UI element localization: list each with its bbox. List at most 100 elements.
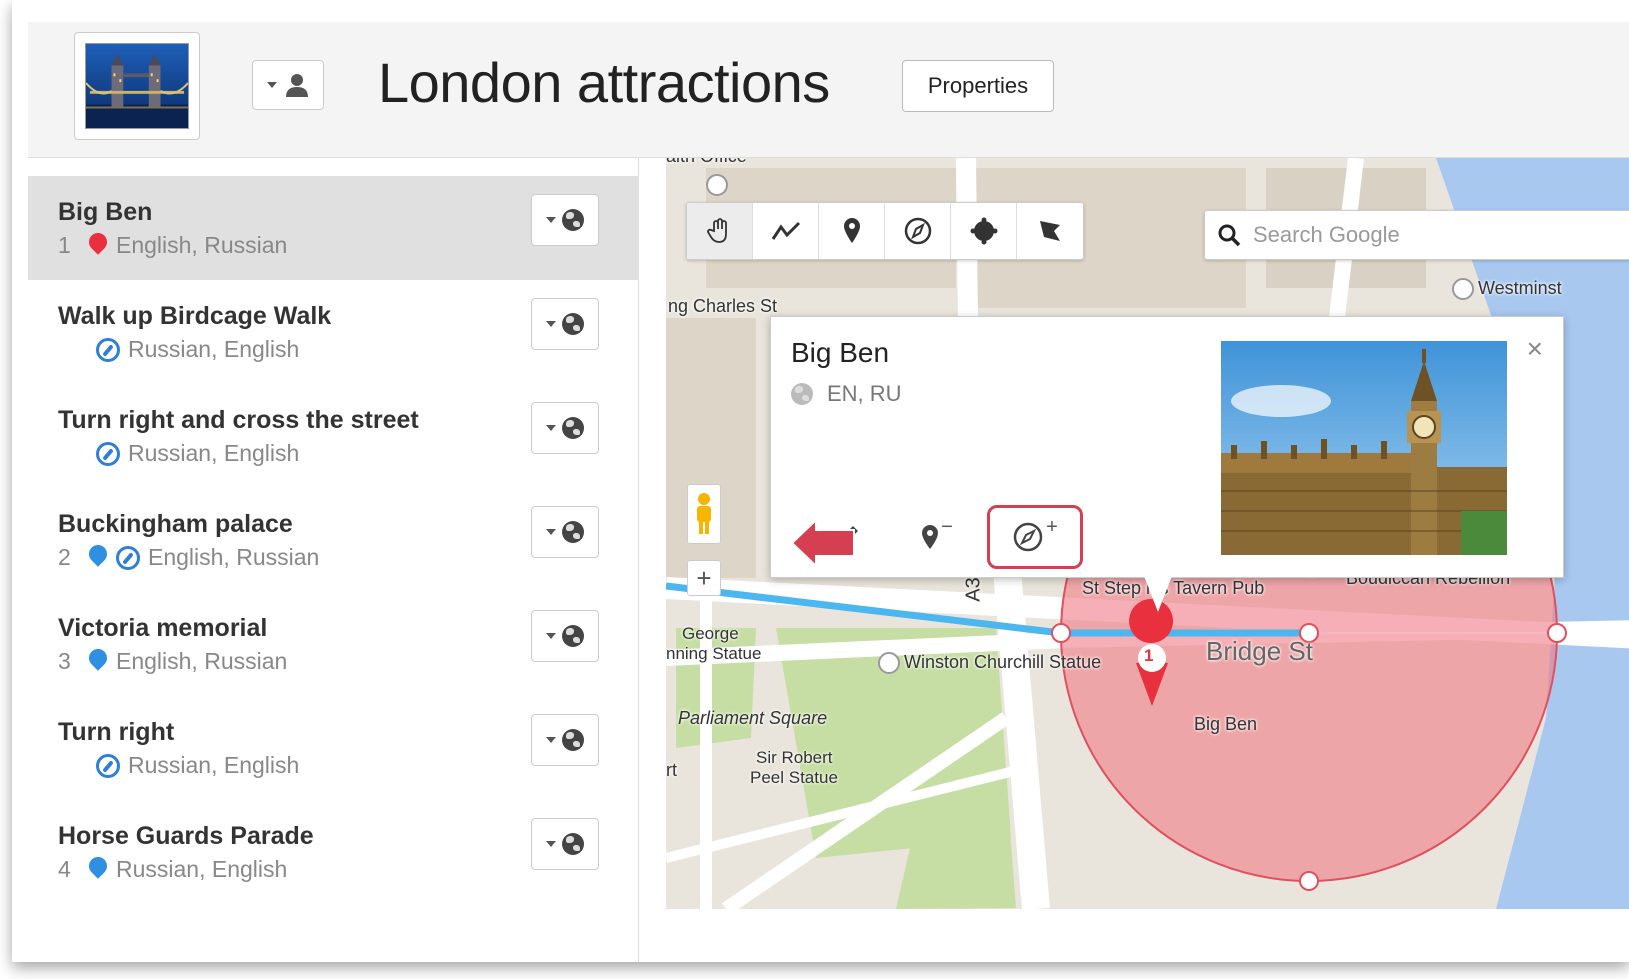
globe-icon	[562, 625, 584, 647]
page-title: London attractions	[378, 51, 830, 114]
statue-icon	[878, 652, 900, 675]
compass-tool-button[interactable]	[885, 203, 951, 259]
pin-icon	[922, 525, 939, 549]
museum-icon	[706, 174, 732, 197]
map-label: Winston Churchill Statue	[878, 652, 1101, 675]
globe-icon	[562, 521, 584, 543]
add-direction-button[interactable]: +	[987, 505, 1083, 569]
red-pin-icon	[88, 233, 108, 259]
stop-languages: Russian, English	[128, 440, 300, 466]
stop-languages: English, Russian	[148, 544, 320, 570]
language-dropdown-button[interactable]	[531, 298, 599, 350]
chevron-down-icon	[546, 425, 556, 431]
map-label: nning Statue	[666, 644, 762, 663]
transit-icon	[1452, 278, 1474, 301]
stop-name: Big Ben	[58, 198, 153, 226]
globe-icon	[562, 729, 584, 751]
compass-icon	[116, 545, 140, 570]
stop-name: Horse Guards Parade	[58, 822, 314, 850]
list-item[interactable]: Walk up Birdcage Walk Russian, English	[28, 280, 639, 384]
list-item[interactable]: Big Ben 1 English, Russian	[28, 176, 639, 280]
stop-name: Buckingham palace	[58, 510, 293, 538]
map-label: ng Charles St	[668, 296, 778, 316]
hand-icon	[706, 218, 727, 243]
chevron-down-icon	[546, 529, 556, 535]
road-label: A3	[962, 577, 985, 602]
language-dropdown-button[interactable]	[531, 610, 599, 662]
stop-languages: English, Russian	[116, 232, 288, 258]
polygon-icon	[1040, 221, 1060, 241]
stop-number: 4	[58, 856, 71, 882]
search-icon	[1218, 224, 1241, 247]
map-label: George	[682, 624, 739, 643]
compass-icon	[1013, 522, 1043, 552]
marker-number: 1	[1144, 646, 1154, 665]
stop-meta: 4 Russian, English	[58, 856, 287, 883]
properties-button[interactable]: Properties	[902, 60, 1054, 112]
big-ben-photo	[1221, 341, 1507, 555]
stop-name: Victoria memorial	[58, 614, 268, 642]
stop-languages: Russian, English	[116, 856, 288, 882]
line-tool-button[interactable]	[753, 203, 819, 259]
stop-number: 2	[58, 544, 71, 570]
list-item[interactable]: Turn right and cross the street Russian,…	[28, 384, 639, 488]
list-item[interactable]: Buckingham palace 2 English, Russian	[28, 488, 639, 592]
list-item[interactable]: Horse Guards Parade 4 Russian, English	[28, 800, 639, 904]
language-dropdown-button[interactable]	[531, 194, 599, 246]
language-dropdown-button[interactable]	[531, 818, 599, 870]
stop-name: Turn right	[58, 718, 175, 746]
callout-arrow-icon	[790, 518, 855, 568]
stop-number: 3	[58, 648, 71, 674]
polygon-tool-button[interactable]	[1017, 203, 1083, 259]
chevron-down-icon	[546, 321, 556, 327]
stop-meta: Russian, English	[58, 336, 299, 363]
map-label: Peel Statue	[750, 768, 838, 787]
stop-languages: Russian, English	[128, 336, 300, 362]
popup-tail	[1144, 576, 1172, 612]
language-dropdown-button[interactable]	[531, 714, 599, 766]
owner-dropdown-button[interactable]	[252, 60, 324, 110]
list-item[interactable]: Victoria memorial 3 English, Russian	[28, 592, 639, 696]
compass-icon	[96, 337, 120, 362]
search-input[interactable]	[1253, 222, 1613, 248]
zoom-in-button[interactable]: +	[687, 560, 721, 596]
chevron-down-icon	[267, 82, 277, 88]
pegman-icon	[697, 493, 711, 534]
language-dropdown-button[interactable]	[531, 402, 599, 454]
map-label: Parliament Square	[678, 708, 828, 728]
popup-title: Big Ben	[791, 337, 890, 368]
chevron-down-icon	[546, 841, 556, 847]
blue-pin-icon	[88, 545, 108, 571]
list-item[interactable]: Turn right Russian, English	[28, 696, 639, 800]
pin-tool-button[interactable]	[819, 203, 885, 259]
language-dropdown-button[interactable]	[531, 506, 599, 558]
map-label: alth Office	[666, 158, 747, 167]
globe-icon	[562, 417, 584, 439]
stop-meta: 3 English, Russian	[58, 648, 287, 675]
globe-icon	[562, 209, 584, 231]
map-label: Westminst	[1452, 278, 1562, 301]
plus-icon: +	[1046, 515, 1058, 538]
user-icon	[286, 74, 308, 97]
compass-icon	[96, 753, 120, 778]
close-icon[interactable]: ×	[1527, 333, 1543, 365]
app-window: London attractions Properties Big Ben 1 …	[12, 0, 1629, 962]
stops-list: Big Ben 1 English, Russian Walk up Birdc…	[28, 158, 639, 962]
remove-pin-button[interactable]: −	[907, 509, 967, 565]
blue-pin-icon	[88, 649, 108, 675]
stop-name: Turn right and cross the street	[58, 406, 419, 434]
minus-icon: −	[941, 515, 953, 538]
map-label: rt	[666, 760, 677, 780]
pin-icon	[843, 218, 860, 243]
compass-icon	[904, 217, 931, 245]
globe-icon	[562, 833, 584, 855]
line-icon	[771, 221, 800, 240]
map-search-box	[1204, 210, 1629, 260]
stop-meta: 2 English, Russian	[58, 544, 319, 571]
tour-thumbnail[interactable]	[74, 32, 200, 140]
stop-number: 1	[58, 232, 71, 258]
street-view-pegman[interactable]	[687, 484, 721, 544]
hand-tool-button[interactable]	[687, 203, 753, 259]
circle-tool-button[interactable]	[951, 203, 1017, 259]
stop-meta: Russian, English	[58, 752, 299, 779]
